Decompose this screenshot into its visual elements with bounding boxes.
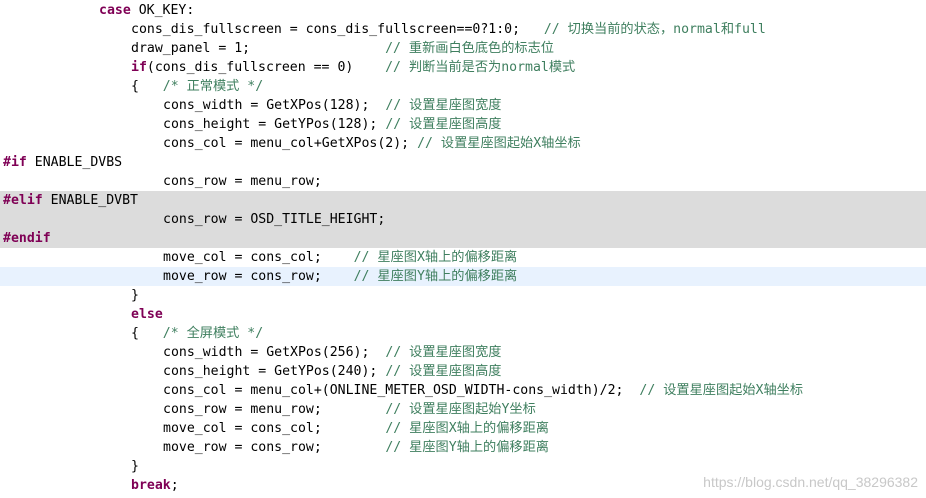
code-line[interactable]: move_col = cons_col; // 星座图X轴上的偏移距离 (0, 248, 926, 267)
code-line[interactable]: #endif (0, 229, 926, 248)
code-text: move_col = cons_col; // 星座图X轴上的偏移距离 (163, 419, 549, 438)
code-comment: // 设置星座图高度 (385, 364, 502, 379)
code-line[interactable]: move_row = cons_row; // 星座图Y轴上的偏移距离 (0, 438, 926, 457)
code-comment: // 星座图Y轴上的偏移距离 (385, 440, 549, 455)
code-line[interactable]: cons_width = GetXPos(256); // 设置星座图宽度 (0, 343, 926, 362)
code-comment: // 星座图X轴上的偏移距离 (385, 421, 549, 436)
code-text: break; (131, 476, 179, 495)
code-line[interactable]: cons_dis_fullscreen = cons_dis_fullscree… (0, 20, 926, 39)
code-comment: /* 正常模式 */ (162, 79, 264, 94)
code-line[interactable]: move_row = cons_row; // 星座图Y轴上的偏移距离 (0, 267, 926, 286)
code-token: cons_col = menu_col+(ONLINE_METER_OSD_WI… (163, 383, 640, 398)
code-token: cons_width = GetXPos(128); (163, 98, 386, 113)
code-line[interactable]: draw_panel = 1; // 重新画白色底色的标志位 (0, 39, 926, 58)
code-token: ; (170, 478, 179, 493)
code-line[interactable]: { /* 全屏模式 */ (0, 324, 926, 343)
code-line[interactable]: case OK_KEY: (0, 1, 926, 20)
code-comment: // 设置星座图起始X轴坐标 (417, 136, 581, 151)
code-text: case OK_KEY: (99, 1, 194, 20)
code-comment: // 设置星座图高度 (385, 117, 502, 132)
code-text: #if ENABLE_DVBS (3, 153, 122, 172)
code-text: move_row = cons_row; // 星座图Y轴上的偏移距离 (163, 267, 517, 286)
code-token: move_row = cons_row; (163, 440, 386, 455)
code-line[interactable]: cons_row = OSD_TITLE_HEIGHT; (0, 210, 926, 229)
code-token: move_col = cons_col; (163, 250, 354, 265)
code-token: cons_row = menu_row; (163, 402, 386, 417)
code-text: cons_row = OSD_TITLE_HEIGHT; (163, 210, 385, 229)
code-token: (cons_dis_fullscreen == 0) (146, 60, 386, 75)
code-preprocessor: #if (3, 155, 27, 170)
code-token: cons_height = GetYPos(128); (163, 117, 386, 132)
code-line[interactable]: cons_row = menu_row; (0, 172, 926, 191)
code-token: move_col = cons_col; (163, 421, 386, 436)
code-token: cons_col = menu_col+GetXPos(2); (163, 136, 418, 151)
code-token: } (131, 288, 139, 303)
watermark: https://blog.csdn.net/qq_38296382 (703, 474, 918, 490)
code-token: draw_panel = 1; (131, 41, 386, 56)
code-comment: // 重新画白色底色的标志位 (385, 41, 554, 56)
code-text: cons_col = menu_col+GetXPos(2); // 设置星座图… (163, 134, 581, 153)
code-line[interactable]: #if ENABLE_DVBS (0, 153, 926, 172)
code-comment: /* 全屏模式 */ (162, 326, 264, 341)
code-comment: // 切换当前的状态，normal和full (543, 22, 766, 37)
code-preprocessor: #endif (3, 231, 51, 246)
code-keyword: if (131, 60, 147, 75)
code-text: cons_width = GetXPos(256); // 设置星座图宽度 (163, 343, 501, 362)
code-line[interactable]: if(cons_dis_fullscreen == 0) // 判断当前是否为n… (0, 58, 926, 77)
code-text: cons_height = GetYPos(240); // 设置星座图高度 (163, 362, 501, 381)
code-token: OK_KEY: (130, 3, 195, 18)
code-text: move_col = cons_col; // 星座图X轴上的偏移距离 (163, 248, 517, 267)
code-line[interactable]: cons_height = GetYPos(240); // 设置星座图高度 (0, 362, 926, 381)
code-token: move_row = cons_row; (163, 269, 354, 284)
code-token: cons_width = GetXPos(256); (163, 345, 386, 360)
code-line[interactable]: { /* 正常模式 */ (0, 77, 926, 96)
code-text: if(cons_dis_fullscreen == 0) // 判断当前是否为n… (131, 58, 575, 77)
code-line[interactable]: cons_col = menu_col+GetXPos(2); // 设置星座图… (0, 134, 926, 153)
code-comment: // 设置星座图宽度 (385, 98, 502, 113)
code-comment: // 星座图Y轴上的偏移距离 (353, 269, 518, 284)
code-text: cons_height = GetYPos(128); // 设置星座图高度 (163, 115, 501, 134)
code-line[interactable]: #elif ENABLE_DVBT (0, 191, 926, 210)
code-text: cons_row = menu_row; // 设置星座图起始Y坐标 (163, 400, 536, 419)
code-text: { /* 正常模式 */ (131, 77, 263, 96)
code-text: cons_row = menu_row; (163, 172, 322, 191)
code-text: #elif ENABLE_DVBT (3, 191, 138, 210)
code-keyword: break (131, 478, 171, 493)
code-token: ENABLE_DVBS (26, 155, 123, 170)
code-comment: // 星座图X轴上的偏移距离 (353, 250, 518, 265)
code-text: #endif (3, 229, 51, 248)
code-preprocessor: #elif (3, 193, 43, 208)
code-token: { (131, 79, 163, 94)
code-line[interactable]: cons_height = GetYPos(128); // 设置星座图高度 (0, 115, 926, 134)
code-comment: // 设置星座图起始X轴坐标 (639, 383, 804, 398)
code-text: else (131, 305, 163, 324)
code-text: { /* 全屏模式 */ (131, 324, 263, 343)
code-text: cons_col = menu_col+(ONLINE_METER_OSD_WI… (163, 381, 803, 400)
code-token: cons_row = OSD_TITLE_HEIGHT; (163, 212, 386, 227)
code-token: } (131, 459, 139, 474)
code-line[interactable]: cons_width = GetXPos(128); // 设置星座图宽度 (0, 96, 926, 115)
code-editor[interactable]: case OK_KEY: cons_dis_fullscreen = cons_d… (0, 0, 926, 498)
code-token: cons_row = menu_row; (163, 174, 322, 189)
code-token: cons_dis_fullscreen = cons_dis_fullscree… (131, 22, 544, 37)
code-text: } (131, 457, 139, 476)
code-text: move_row = cons_row; // 星座图Y轴上的偏移距离 (163, 438, 549, 457)
code-line[interactable]: } (0, 286, 926, 305)
code-token: { (131, 326, 163, 341)
code-token: cons_height = GetYPos(240); (163, 364, 386, 379)
code-line[interactable]: move_col = cons_col; // 星座图X轴上的偏移距离 (0, 419, 926, 438)
code-keyword: case (99, 3, 131, 18)
code-text: draw_panel = 1; // 重新画白色底色的标志位 (131, 39, 554, 58)
code-line[interactable]: cons_row = menu_row; // 设置星座图起始Y坐标 (0, 400, 926, 419)
code-keyword: else (131, 307, 163, 322)
code-comment: // 判断当前是否为normal模式 (385, 60, 576, 75)
code-token: ENABLE_DVBT (42, 193, 138, 208)
code-text: cons_width = GetXPos(128); // 设置星座图宽度 (163, 96, 501, 115)
code-line[interactable]: else (0, 305, 926, 324)
code-text: cons_dis_fullscreen = cons_dis_fullscree… (131, 20, 766, 39)
code-text: } (131, 286, 139, 305)
code-comment: // 设置星座图起始Y坐标 (385, 402, 536, 417)
code-line[interactable]: cons_col = menu_col+(ONLINE_METER_OSD_WI… (0, 381, 926, 400)
code-comment: // 设置星座图宽度 (385, 345, 502, 360)
